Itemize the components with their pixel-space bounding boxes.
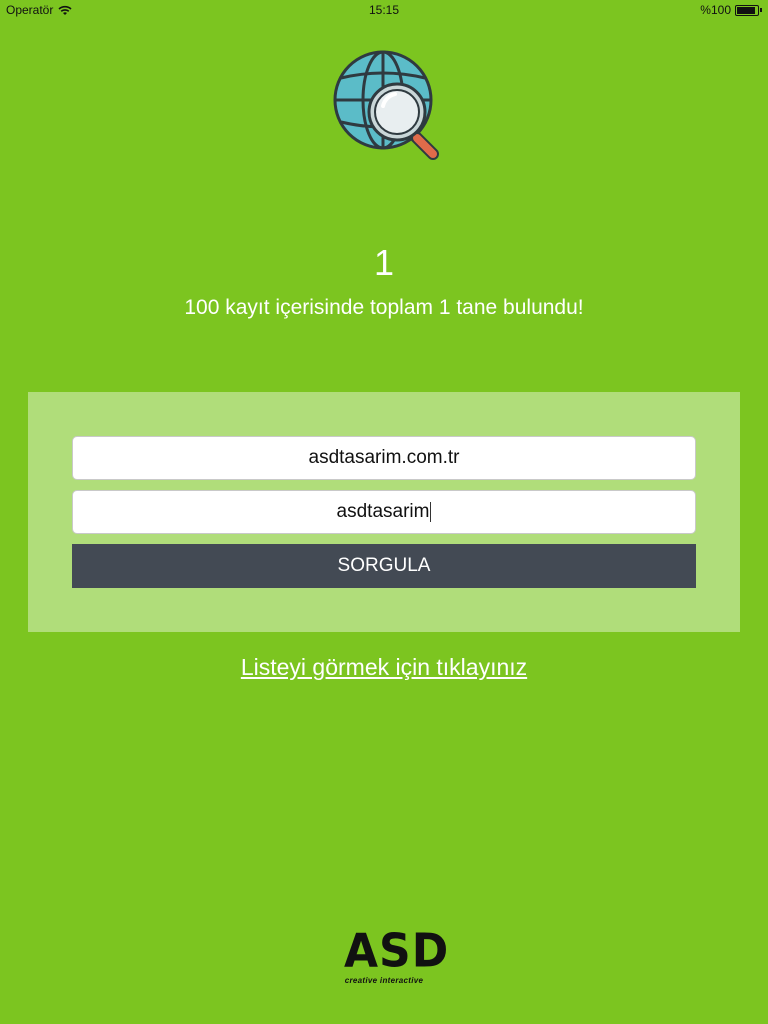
text-caret [430,501,432,522]
status-bar: Operatör 15:15 %100 [0,0,768,20]
status-right: %100 [700,3,762,17]
brand-logo-letters: ASD [344,924,450,979]
result-message: 100 kayıt içerisinde toplam 1 tane bulun… [184,296,584,319]
battery-tip [760,8,762,12]
username-input-value: asdtasarim [336,501,430,522]
username-input[interactable]: asdtasarim [72,490,696,534]
result-count: 1 [373,242,395,283]
view-list-link[interactable]: Listeyi görmek için tıklayınız [0,654,768,681]
domain-input-value: asdtasarim.com.tr [308,447,460,468]
brand-logo: ASD creative interactive [344,924,450,994]
globe-search-icon [333,50,439,160]
battery-icon [735,4,759,16]
domain-input[interactable]: asdtasarim.com.tr [72,436,696,480]
battery-percent: %100 [700,3,731,17]
status-time: 15:15 [368,3,400,17]
query-button[interactable]: SORGULA [72,544,696,588]
query-form-panel: asdtasarim.com.tr asdtasarim SORGULA [28,392,740,632]
